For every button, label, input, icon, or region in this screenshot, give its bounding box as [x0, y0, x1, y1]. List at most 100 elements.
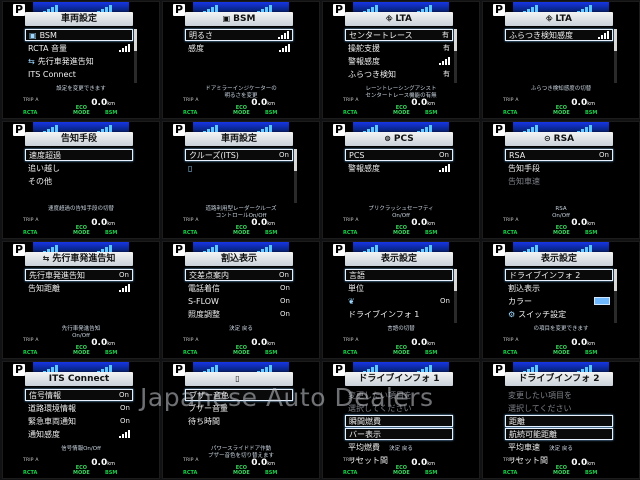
help-note: 決定 戻る — [389, 446, 413, 452]
parking-indicator: P — [173, 123, 185, 136]
menu-item[interactable]: 操舵支援 有 — [345, 42, 453, 54]
menu-screen: ⊝ RSA RSA On 告知手段 告知車速 — [505, 132, 613, 212]
menu-item[interactable]: 明るさ — [185, 29, 293, 41]
menu-item[interactable]: 距離 — [505, 415, 613, 427]
odometer-value: 0.0 — [91, 338, 108, 348]
odometer: 0.0km — [91, 98, 115, 108]
menu-item[interactable]: 感度 — [185, 42, 293, 54]
eco-mode-indicator: ECO MODE — [553, 465, 570, 476]
odometer-value: 0.0 — [251, 98, 268, 108]
scrollbar[interactable] — [454, 269, 457, 323]
menu-item[interactable]: 航続可能距離 — [505, 428, 613, 440]
menu-item[interactable]: 瞬間燃費 — [345, 415, 453, 427]
menu-item[interactable]: ⇆ 先行車発進告知 — [25, 55, 133, 67]
parking-indicator: P — [333, 3, 345, 16]
menu-item[interactable]: ふらつき検知 有 — [345, 68, 453, 80]
menu-item[interactable]: 電話着信 On — [185, 282, 293, 294]
scrollbar[interactable] — [454, 29, 457, 83]
panel-15: P ドライブインフォ 1 変更したい項目を 選択してください 瞬間燃費 バー表示 平均燃費リ… — [322, 361, 480, 479]
parking-indicator: P — [13, 243, 25, 256]
menu-item[interactable]: 通知感度 — [25, 428, 133, 440]
odometer-unit: km — [587, 341, 595, 347]
menu-item[interactable]: 速度超過 — [25, 149, 133, 161]
menu-item[interactable]: ドライブインフォ 2 — [505, 269, 613, 281]
menu-item[interactable]: 緊急車両通知 On — [25, 415, 133, 427]
menu-item[interactable]: 割込表示 — [505, 282, 613, 294]
scrollbar[interactable] — [294, 149, 297, 203]
rcta-indicator: RCTA — [183, 470, 198, 476]
menu-item-value: On — [440, 297, 450, 305]
menu-item[interactable]: ドライブインフォ 1 — [345, 308, 453, 320]
odometer: 0.0km — [251, 98, 275, 108]
rcta-indicator: RCTA — [503, 110, 518, 116]
menu-item[interactable]: RCTA 音量 — [25, 42, 133, 54]
odometer: 0.0km — [251, 458, 275, 468]
trip-label: TRIP A — [503, 458, 519, 463]
status-footer: TRIP A 0.0km RCTA ECO MODE BSM — [183, 338, 297, 356]
menu-item[interactable]: 追い越し — [25, 162, 133, 174]
menu-item[interactable]: 待ち時間 — [185, 415, 293, 427]
trip-label: TRIP A — [503, 338, 519, 343]
level-indicator — [439, 164, 450, 172]
lta-icon: ⛗ — [385, 14, 393, 23]
menu-item-label: RSA — [509, 150, 526, 160]
menu-item[interactable]: ⚙ スイッチ設定 — [505, 308, 613, 320]
menu-item[interactable]: ITS Connect — [25, 68, 133, 80]
menu-item[interactable]: ▣ BSM — [25, 29, 133, 41]
menu-item[interactable]: 単位 — [345, 282, 453, 294]
menu-item-label: 先行車発進告知 — [37, 56, 94, 66]
menu-item[interactable]: 照度調整 On — [185, 308, 293, 320]
menu-title: 表示設定 — [505, 252, 613, 266]
eco-mode-indicator: ECO MODE — [73, 105, 90, 116]
rcta-indicator: RCTA — [503, 470, 518, 476]
menu-item[interactable]: ▯ — [185, 162, 293, 174]
odometer: 0.0km — [571, 218, 595, 228]
scrollbar[interactable] — [614, 29, 617, 83]
eco-mode-indicator: ECO MODE — [73, 465, 90, 476]
odometer-unit: km — [427, 461, 435, 467]
menu-item[interactable]: その他 — [25, 175, 133, 187]
scrollbar[interactable] — [614, 269, 617, 323]
eco-mode-indicator: ECO MODE — [553, 345, 570, 356]
color-swatch — [594, 297, 610, 305]
menu-item[interactable]: バー表示 — [345, 428, 453, 440]
menu-item[interactable]: 警報感度 — [345, 55, 453, 67]
menu-item[interactable]: RSA On — [505, 149, 613, 161]
car-icon: ⇆ — [28, 56, 35, 66]
menu-item[interactable]: 告知車速 — [505, 175, 613, 187]
menu-item[interactable]: クルーズ(ITS) On — [185, 149, 293, 161]
bsm-indicator: BSM — [265, 230, 278, 236]
trip-label: TRIP A — [343, 338, 359, 343]
trip-label: TRIP A — [23, 218, 39, 223]
menu-item-label: ITS Connect — [28, 69, 76, 79]
menu-item[interactable]: 言語 — [345, 269, 453, 281]
status-footer: TRIP A 0.0km RCTA ECO MODE BSM — [183, 458, 297, 476]
menu-item-label: 告知距離 — [28, 283, 60, 293]
menu-item[interactable]: S-FLOW On — [185, 295, 293, 307]
menu-item[interactable]: 交差点案内 On — [185, 269, 293, 281]
menu-item-label: 感度 — [188, 43, 204, 53]
menu-item[interactable]: 道路環境情報 On — [25, 402, 133, 414]
menu-item[interactable]: センタートレース 有 — [345, 29, 453, 41]
menu-item[interactable]: 告知距離 — [25, 282, 133, 294]
rcta-indicator: RCTA — [343, 470, 358, 476]
menu-item-label: 警報感度 — [348, 56, 380, 66]
menu-item[interactable]: PCS On — [345, 149, 453, 161]
menu-item[interactable]: 信号情報 On — [25, 389, 133, 401]
menu-item[interactable]: ふらつき検知感度 — [505, 29, 613, 41]
menu-screen: 表示設定ドライブインフォ 2 割込表示 カラー ⚙ スイッチ設定 — [505, 252, 617, 332]
menu-item[interactable]: ❦ On — [345, 295, 453, 307]
menu-item[interactable]: カラー — [505, 295, 613, 307]
menu-item[interactable]: 告知手段 — [505, 162, 613, 174]
odometer: 0.0km — [411, 218, 435, 228]
menu-item[interactable]: 警報感度 — [345, 162, 453, 174]
odometer-value: 0.0 — [411, 458, 428, 468]
menu-item[interactable]: 先行車発進告知 On — [25, 269, 133, 281]
eco-mode-indicator: ECO MODE — [393, 345, 410, 356]
menu-item-label: BSM — [39, 30, 57, 40]
eco-mode-indicator: ECO MODE — [73, 225, 90, 236]
bsm-indicator: BSM — [425, 230, 438, 236]
menu-item-label: 交差点案内 — [189, 270, 229, 280]
scrollbar[interactable] — [134, 29, 137, 83]
menu-item-label: ドライブインフォ 2 — [509, 270, 581, 280]
